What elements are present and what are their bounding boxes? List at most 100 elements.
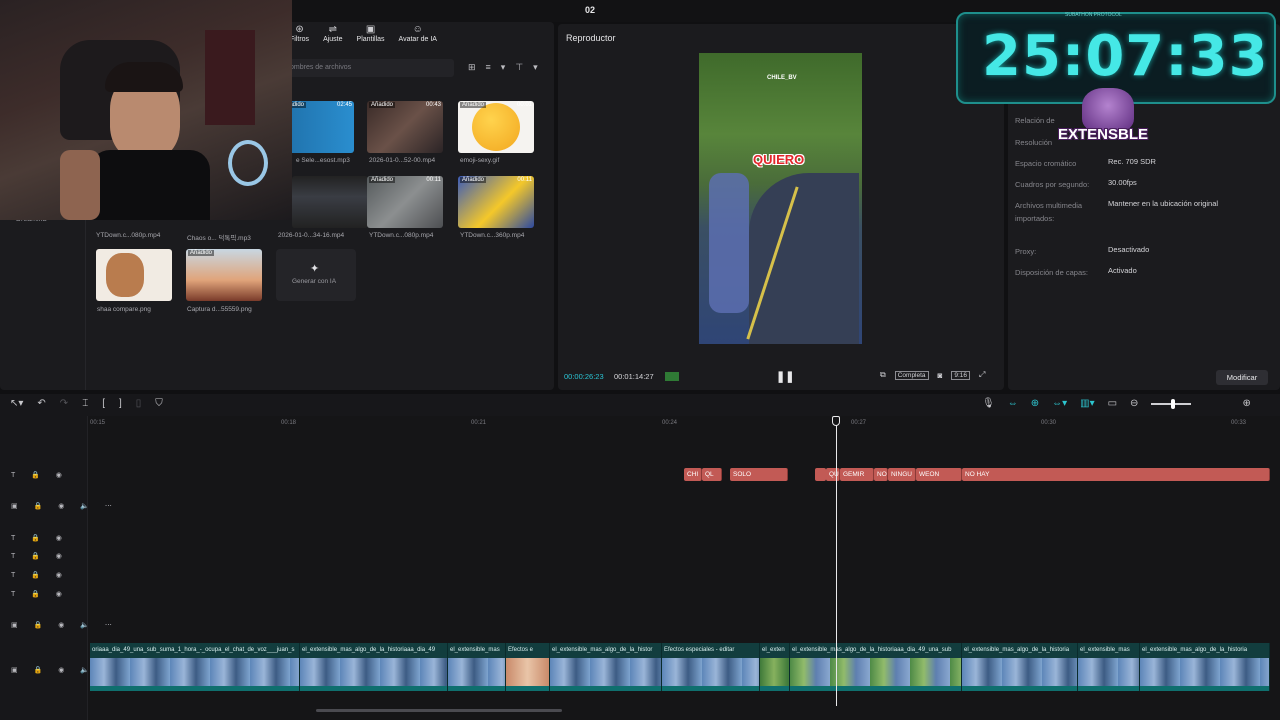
track-controls-text[interactable]: T 🔒 ◉ <box>11 552 69 560</box>
media-item[interactable] <box>96 249 172 301</box>
preview-axis-icon[interactable]: ▥▾ <box>1080 398 1094 409</box>
video-clip[interactable]: el_extensible_mas <box>448 643 506 691</box>
video-clip[interactable]: el_extensible_mas <box>1078 643 1140 691</box>
headphones <box>228 140 268 186</box>
timer-label: SUBATHON PROTOCOL <box>1065 12 1122 18</box>
crop-icon[interactable]: ⧉ <box>880 370 886 380</box>
effect-clip[interactable]: Efectos especiales - editar <box>662 643 760 691</box>
adjust-tool[interactable]: ⇌ Ajuste <box>323 24 342 52</box>
clip-thumbnails <box>506 658 549 686</box>
text-clip[interactable]: SOLO <box>730 468 788 481</box>
track-controls-text[interactable]: T 🔒 ◉ <box>11 571 69 579</box>
generate-ai-button[interactable]: ✦ Generar con IA <box>276 249 356 301</box>
shield-icon[interactable]: ⛉ <box>155 398 163 409</box>
meme-face <box>106 253 144 297</box>
text-clip[interactable] <box>815 468 826 481</box>
split-icon[interactable]: ⌶ <box>82 398 88 409</box>
time-tick: 00:15 <box>90 420 106 426</box>
filters-tool[interactable]: ⊛ Filtros <box>290 24 309 52</box>
media-item[interactable] <box>292 176 368 228</box>
select-tool-icon[interactable]: ↖▾ <box>10 398 23 409</box>
zoom-out-icon[interactable]: ⊖ <box>1130 398 1138 409</box>
grid-view-icon[interactable]: ⊞ <box>468 62 486 72</box>
clip-waveform <box>1078 686 1139 691</box>
streamer-shirt <box>90 150 210 220</box>
video-clip[interactable]: el_extensible_mas_algo_de_la_histor <box>550 643 662 691</box>
effect-clip[interactable]: Efectos e <box>506 643 550 691</box>
fullscreen-icon[interactable]: ⤢ <box>979 370 985 380</box>
pause-button[interactable]: ❚❚ <box>776 370 794 383</box>
playhead-line[interactable] <box>836 418 837 706</box>
media-item-caption: emoji-sexy.gif <box>460 157 500 164</box>
view-mode-select[interactable]: Completa <box>894 370 929 380</box>
timeline-scrollbar[interactable] <box>316 709 562 712</box>
link-icon[interactable]: ⇔ <box>1008 398 1018 409</box>
trim-right-icon[interactable]: ] <box>119 398 122 409</box>
track-controls-text[interactable]: T 🔒 ◉ <box>11 471 69 479</box>
clip-thumbnails <box>760 658 789 686</box>
text-clip[interactable]: CHI <box>684 468 702 481</box>
text-clip[interactable]: QL <box>702 468 722 481</box>
text-clip[interactable]: NINGU <box>888 468 916 481</box>
time-tick: 00:24 <box>662 420 678 426</box>
media-item[interactable]: Añadido 00:43 <box>367 101 443 153</box>
video-preview[interactable]: CHILE_BV QUIERO <box>699 53 862 344</box>
road <box>749 173 859 344</box>
video-clip[interactable]: el_extensible_mas_algo_de_la_historia <box>1140 643 1270 691</box>
text-clip[interactable]: NO HAY <box>962 468 1270 481</box>
snapshot-icon[interactable]: ◙ <box>938 371 943 380</box>
video-clip[interactable]: el_extensible_mas_algo_de_la_historiaaa_… <box>300 643 448 691</box>
ai-avatar-tool[interactable]: ☺ Avatar de IA <box>399 24 437 52</box>
clip-waveform <box>662 686 759 691</box>
timeline-view-tools: 🎙 ⇔ ⊕ ⇔▾ ▥▾ ▭ ⊖ ⊕ <box>982 398 1251 409</box>
text-clip[interactable]: NO <box>874 468 888 481</box>
sort-filter-icons[interactable]: ⊞≡▾⊤▾ <box>468 62 548 73</box>
text-clip[interactable]: QU <box>826 468 840 481</box>
media-search-input[interactable]: ombres de archivos <box>282 59 454 77</box>
clip-thumbnails <box>448 658 505 686</box>
track-controls-audio[interactable]: ▣ 🔒 ◉ 🔈 ⋯ <box>11 621 119 629</box>
modify-button[interactable]: Modificar <box>1216 370 1268 385</box>
video-clip[interactable]: oriaaa_dia_49_una_sub_suma_1_hora_-_ocup… <box>90 643 300 691</box>
caption-icon[interactable]: ▭ <box>1108 398 1117 409</box>
aspect-ratio-select[interactable]: 9:16 <box>951 370 971 380</box>
media-item[interactable]: Añadido 00:11 <box>367 176 443 228</box>
clip-thumbnails <box>1078 658 1139 686</box>
media-item[interactable]: Añadido 00:11 <box>458 176 534 228</box>
clip-thumbnails <box>662 658 759 686</box>
templates-icon: ▣ <box>365 24 376 35</box>
player-title: Reproductor <box>566 33 616 43</box>
magnet-icon[interactable]: ⊕ <box>1031 398 1039 409</box>
filter-icon[interactable]: ⊤▾ <box>515 62 547 72</box>
sort-icon[interactable]: ≡▾ <box>486 62 516 72</box>
track-controls-text[interactable]: T 🔒 ◉ <box>11 590 69 598</box>
time-tick: 00:30 <box>1041 420 1057 426</box>
track-controls-text[interactable]: T 🔒 ◉ <box>11 534 69 542</box>
playhead-handle[interactable] <box>832 416 840 426</box>
media-item[interactable]: Añadido 00:01 <box>458 101 534 153</box>
microphone-icon[interactable]: 🎙 <box>982 398 995 409</box>
media-item[interactable]: Añadido <box>186 249 262 301</box>
adjust-icon: ⇌ <box>328 24 337 35</box>
text-clip[interactable]: GEMIR <box>840 468 874 481</box>
webcam-overlay <box>0 0 292 220</box>
redo-icon[interactable]: ↷ <box>60 398 68 409</box>
video-clip[interactable]: el_extensible_mas_algo_de_la_historiaaa_… <box>790 643 962 691</box>
clip-waveform <box>550 686 661 691</box>
zoom-in-icon[interactable]: ⊕ <box>1242 398 1250 409</box>
streamer-hair <box>105 62 183 92</box>
undo-icon[interactable]: ↶ <box>37 398 45 409</box>
zoom-slider-knob[interactable] <box>1171 398 1176 409</box>
clip-thumbnails <box>1140 658 1269 686</box>
delete-icon[interactable]: ▯ <box>136 398 142 409</box>
templates-tool[interactable]: ▣ Plantillas <box>357 24 385 52</box>
snap-icon[interactable]: ⇔▾ <box>1052 398 1067 409</box>
track-controls-video[interactable]: ▣ 🔒 ◉ 🔈 ⋯ <box>11 502 119 510</box>
video-clip[interactable]: el_extensible_mas_algo_de_la_historia <box>962 643 1078 691</box>
clip-thumbnails <box>90 658 299 686</box>
zoom-slider[interactable] <box>1151 398 1192 409</box>
player-character <box>709 173 749 313</box>
video-clip[interactable]: el_exten <box>760 643 790 691</box>
trim-left-icon[interactable]: [ <box>102 398 105 409</box>
text-clip[interactable]: WEON <box>916 468 962 481</box>
